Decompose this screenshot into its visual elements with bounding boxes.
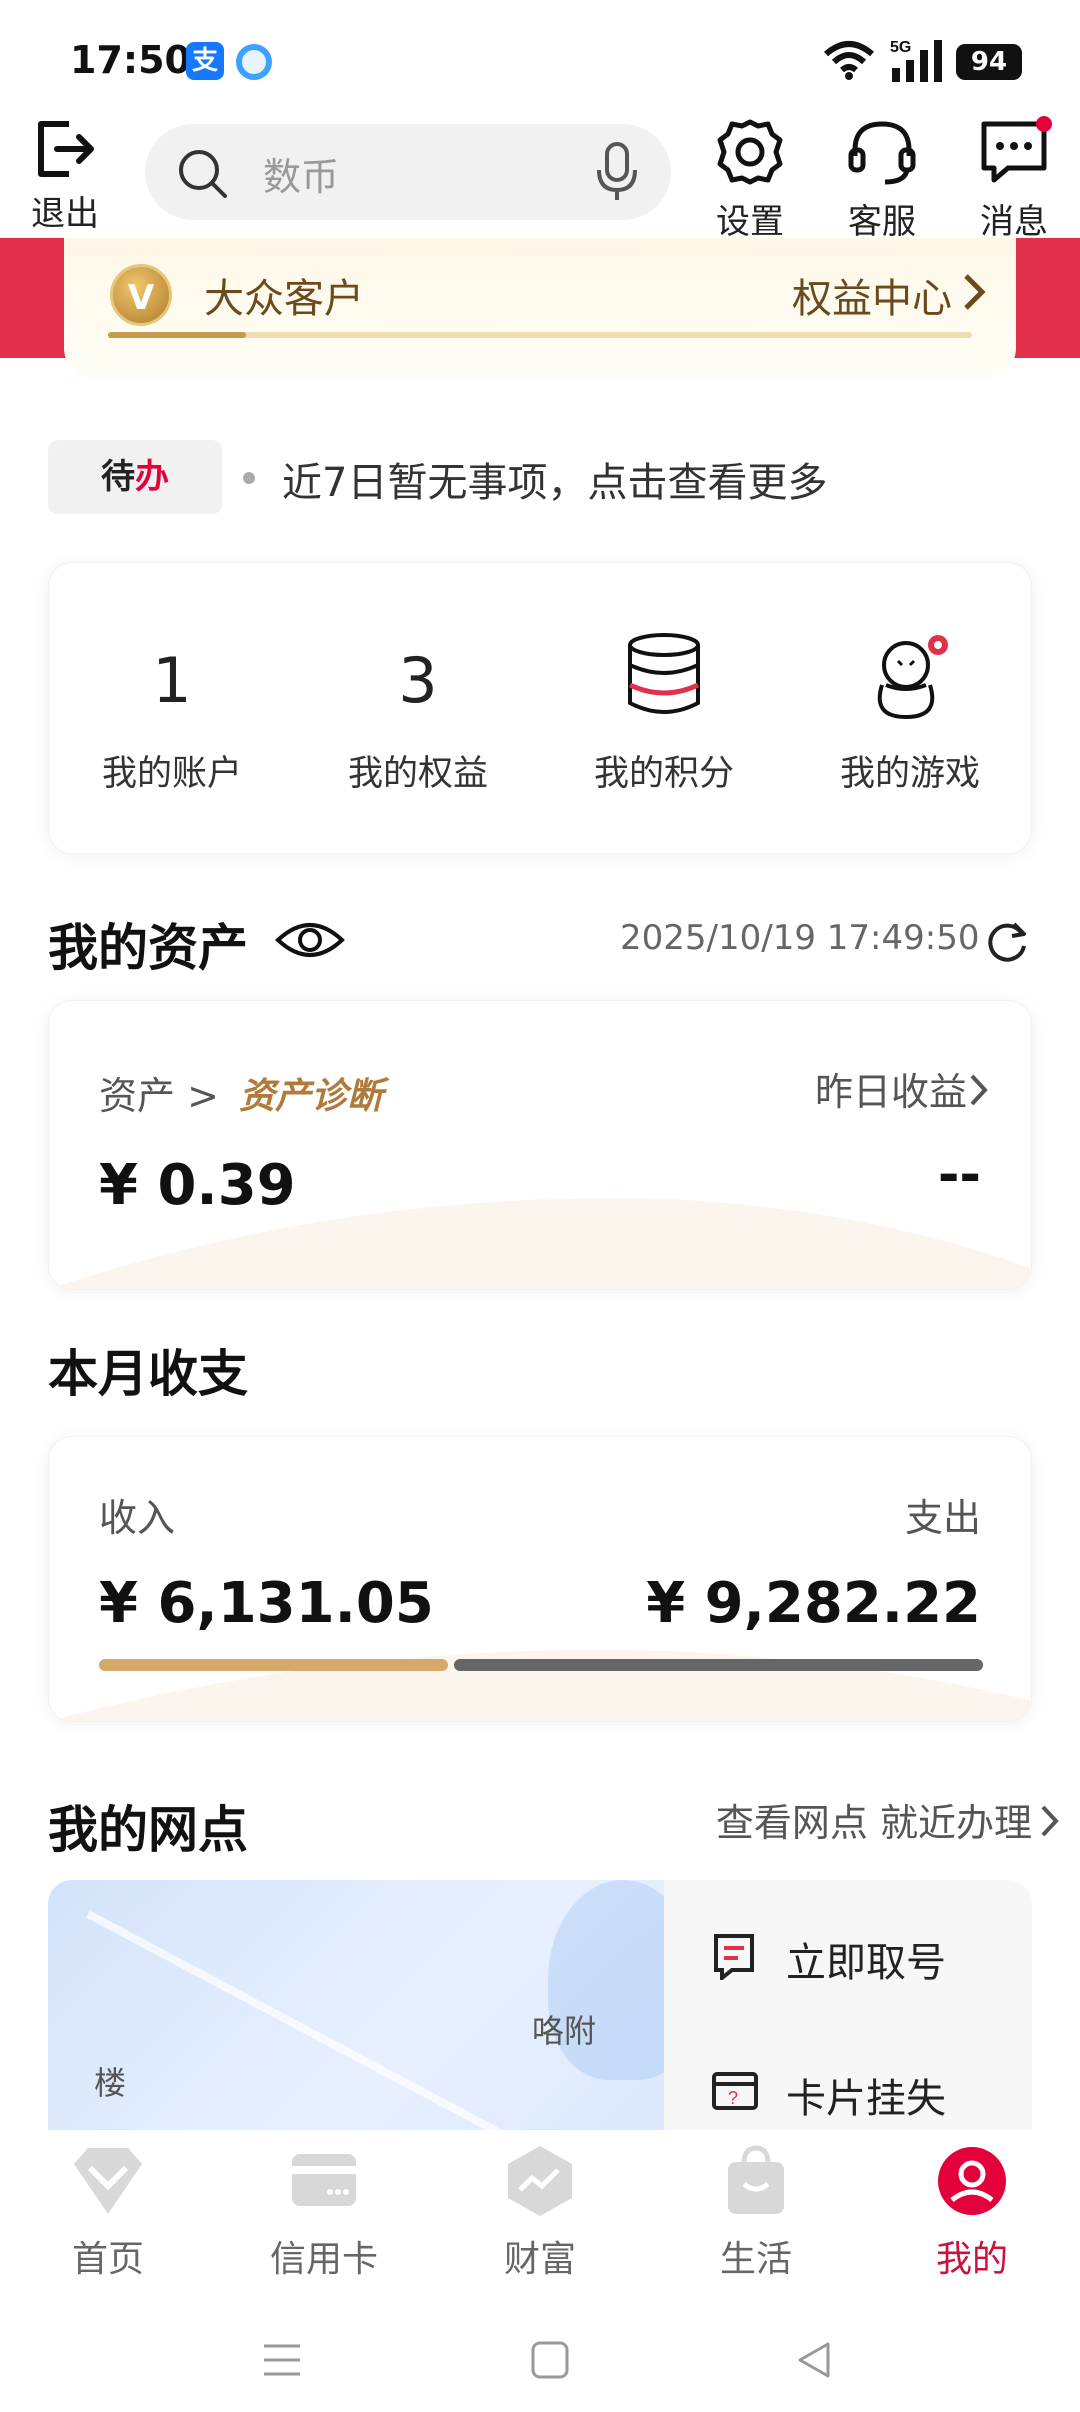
settings-label: 设置 (716, 202, 784, 242)
search-placeholder: 数币 (263, 155, 340, 199)
customer-service-button[interactable]: 客服 (842, 116, 922, 243)
headset-icon (848, 121, 916, 185)
monthly-card[interactable]: 收入 支出 ¥ 6,131.05 ¥ 9,282.22 (48, 1436, 1032, 1722)
expense-value: ¥ 9,282.22 (646, 1571, 981, 1636)
snowman-game-icon (877, 635, 948, 719)
yesterday-earnings-label[interactable]: 昨日收益 (815, 1061, 967, 1116)
take-number-button[interactable]: 立即取号 (710, 1930, 1010, 1990)
accounts-label: 我的账户 (101, 754, 242, 794)
member-banner[interactable]: V 大众客户 权益中心 (64, 238, 1016, 378)
gear-icon (717, 119, 783, 185)
nav-wealth[interactable]: 财富 (460, 2144, 620, 2282)
assets-title: 我的资产 (48, 919, 248, 977)
chevron-right-icon (1041, 1805, 1059, 1837)
assets-card[interactable]: 资产 > 资产诊断 ¥ 0.39 昨日收益 -- (48, 1000, 1032, 1290)
member-progress-bar (108, 332, 972, 338)
rights-count: 3 (398, 644, 438, 717)
status-time: 17:50 (70, 38, 191, 82)
asset-value: ¥ 0.39 (99, 1153, 296, 1218)
messages-label: 消息 (980, 202, 1048, 242)
yesterday-earnings-value: -- (937, 1145, 981, 1205)
network-type-label: 5G (890, 39, 911, 56)
card-lost-icon: ? (712, 2072, 758, 2110)
search-bar[interactable]: 数币 (145, 124, 671, 220)
nav-home[interactable]: 首页 (28, 2144, 188, 2282)
outlet-map[interactable]: 咯附 楼 (48, 1880, 664, 2130)
svg-text:?: ? (728, 2088, 738, 2108)
shopping-bag-icon (728, 2145, 784, 2214)
notification-dot (1036, 116, 1052, 132)
my-accounts[interactable]: 1 我的账户 (49, 563, 295, 853)
system-nav-bar (0, 2302, 1080, 2412)
ticket-icon (714, 1934, 754, 1983)
rights-label: 我的权益 (347, 754, 488, 794)
home-diamond-icon (74, 2148, 142, 2214)
settings-button[interactable]: 设置 (710, 116, 790, 243)
chevron-right-icon (970, 1074, 988, 1106)
income-label: 收入 (99, 1496, 176, 1540)
monthly-title: 本月收支 (48, 1345, 248, 1403)
top-bar: 退出 数币 设置 客服 消息 (0, 110, 1080, 243)
expense-bar (454, 1659, 983, 1671)
messages-button[interactable]: 消息 (974, 116, 1054, 243)
nav-profile[interactable]: 我的 (892, 2144, 1052, 2282)
vip-badge-icon: V (110, 264, 172, 326)
points-label: 我的积分 (593, 754, 734, 794)
exit-label: 退出 (31, 194, 99, 234)
exit-icon (38, 121, 94, 177)
income-value: ¥ 6,131.05 (99, 1571, 434, 1636)
status-bar: 17:50 支 5G 94 (0, 0, 1080, 120)
accounts-count: 1 (152, 644, 192, 717)
alipay-icon: 支 (186, 42, 224, 80)
credit-card-icon (292, 2154, 356, 2206)
todo-tag[interactable]: 待办 (48, 440, 222, 514)
games-label: 我的游戏 (839, 754, 980, 794)
my-points[interactable]: 我的积分 (541, 563, 787, 853)
back-triangle-icon[interactable] (794, 2340, 834, 2380)
outlet-title: 我的网点 (48, 1801, 248, 1859)
map-label: 楼 (94, 2064, 127, 2102)
card-lost-button[interactable]: ? 卡片挂失 (710, 2066, 1010, 2126)
income-bar (99, 1659, 449, 1671)
home-square-icon[interactable] (530, 2340, 570, 2380)
app-notification-icon (236, 44, 272, 80)
wifi-icon (824, 41, 874, 80)
menu-icon[interactable] (262, 2342, 302, 2378)
search-icon (179, 150, 227, 198)
database-icon (628, 633, 700, 714)
outlet-links[interactable]: 查看网点 就近办理 (716, 1792, 1032, 1847)
assets-timestamp: 2025/10/19 17:49:50 (620, 918, 980, 958)
bottom-nav: 首页 信用卡 财富 生活 我的 (0, 2130, 1080, 2302)
chevron-right-icon (964, 274, 986, 310)
exit-button[interactable]: 退出 (22, 118, 108, 235)
signal-icon: 5G (890, 39, 942, 82)
asset-label[interactable]: 资产 > (99, 1065, 219, 1120)
nav-credit-card[interactable]: 信用卡 (244, 2144, 404, 2282)
member-level: 大众客户 (204, 276, 364, 322)
eye-icon[interactable] (274, 916, 346, 964)
expense-label: 支出 (904, 1496, 981, 1540)
rights-center-link[interactable]: 权益中心 (792, 266, 952, 324)
refresh-icon[interactable] (984, 918, 1030, 964)
my-rights[interactable]: 3 我的权益 (295, 563, 541, 853)
asset-diagnosis-link[interactable]: 资产诊断 (239, 1067, 383, 1119)
wealth-icon (508, 2146, 572, 2216)
microphone-icon[interactable] (595, 140, 639, 204)
todo-message[interactable]: 近7日暂无事项，点击查看更多 (282, 450, 827, 508)
service-label: 客服 (848, 202, 916, 242)
battery-indicator: 94 (956, 44, 1022, 80)
nav-life[interactable]: 生活 (676, 2144, 836, 2282)
outlet-services: 立即取号 ? 卡片挂失 (664, 1880, 1032, 2130)
my-games[interactable]: 我的游戏 (787, 563, 1031, 853)
profile-icon (938, 2147, 1006, 2215)
bullet-dot (243, 472, 255, 484)
quick-stats-card: 1 我的账户 3 我的权益 我的积分 我的游戏 (48, 562, 1032, 854)
map-label: 咯附 (532, 2012, 597, 2050)
